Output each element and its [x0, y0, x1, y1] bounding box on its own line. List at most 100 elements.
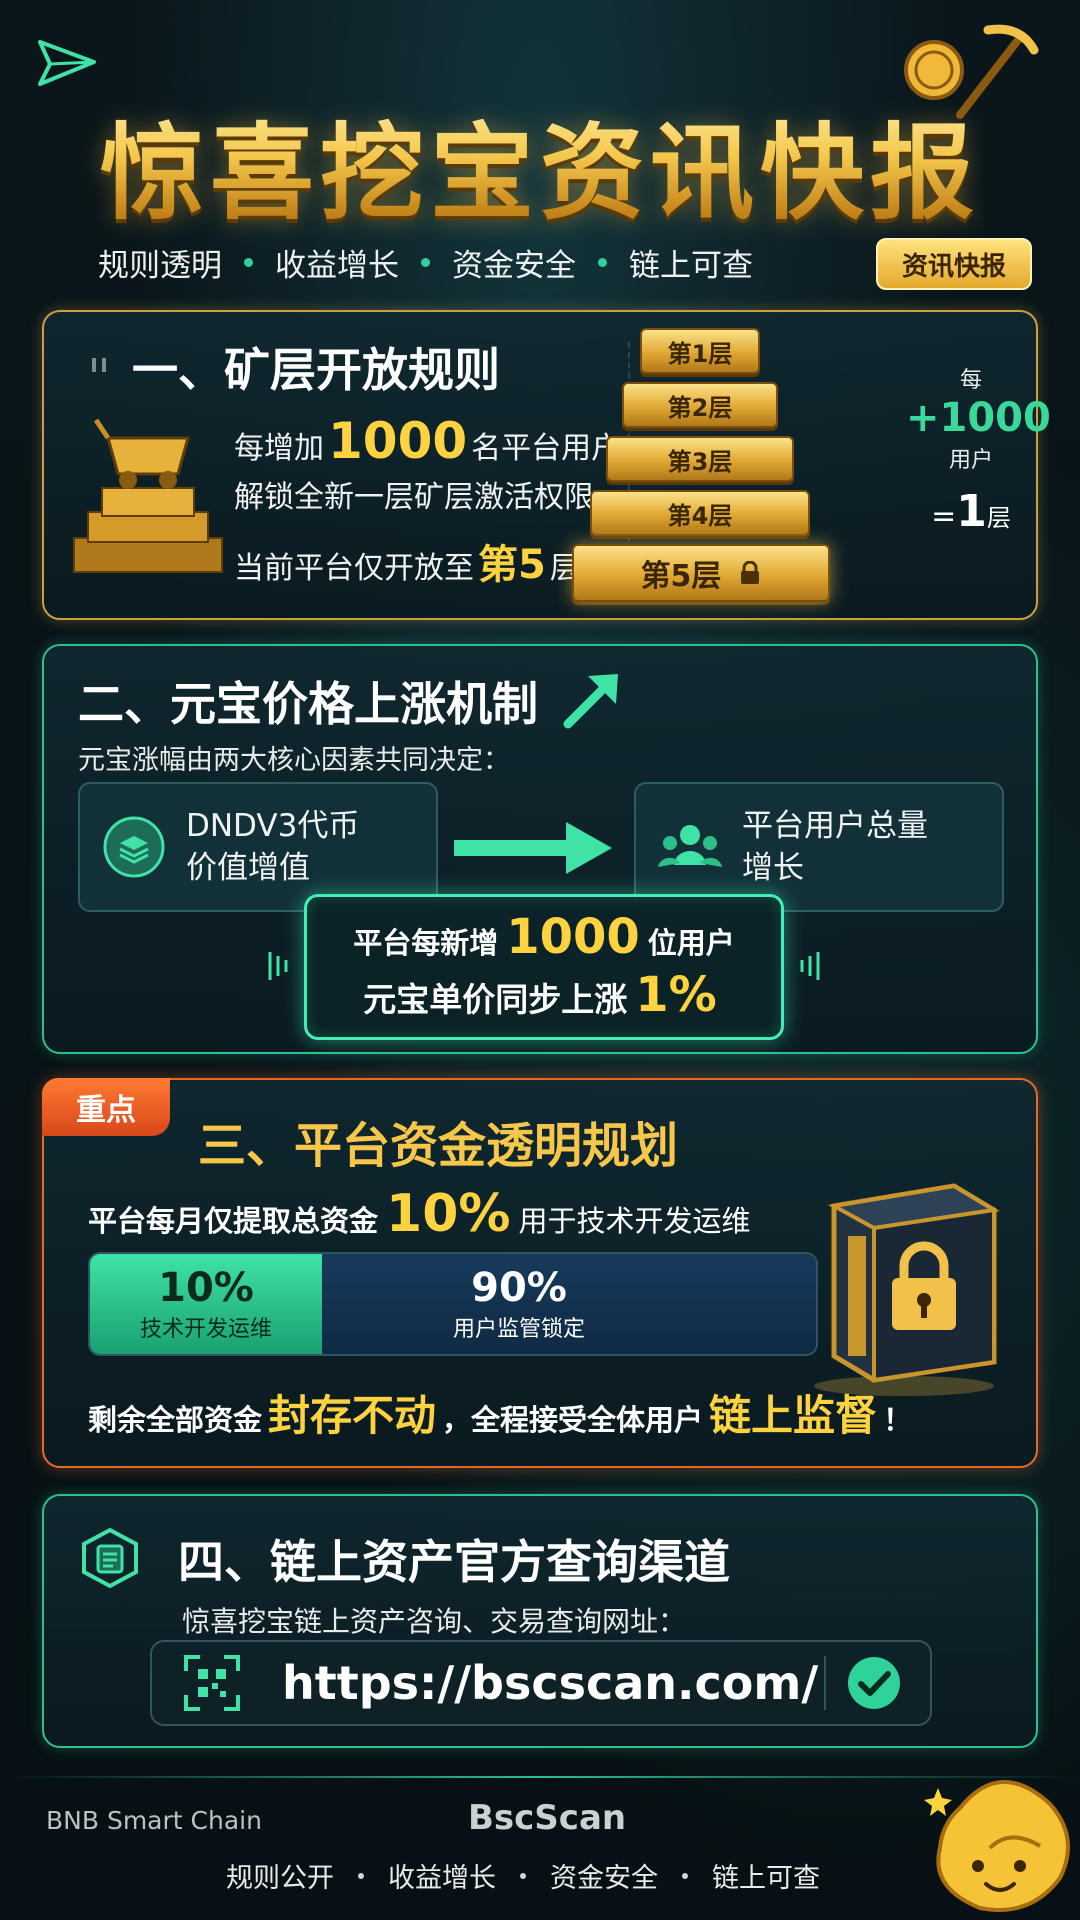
- header-tagline: 规则透明 收益增长 资金安全 链上可查: [98, 240, 753, 285]
- section-title: 四、链上资产官方查询渠道: [178, 1535, 730, 1589]
- withdraw-text: 平台每月仅提取总资金: [88, 1204, 379, 1238]
- rate-equals-sign: =: [931, 499, 957, 534]
- layer-5-label: 第5层: [640, 559, 722, 594]
- withdraw-text: 用于技术开发运维: [518, 1204, 751, 1238]
- withdraw-percent: 10%: [386, 1184, 511, 1244]
- user-increment-number: 1000: [506, 909, 640, 965]
- factor-label-line: DNDV3代币: [186, 808, 360, 844]
- separator-dot: [598, 258, 607, 267]
- mining-layer-rules-card: 一、矿层开放规则 每增加 1000 名平台用户， 解锁全新一层矿层激活权限 当前…: [42, 310, 1051, 620]
- fund-lock-statement: 剩余全部资金 封存不动 ，全程接受全体用户 链上监督 ！: [88, 1382, 912, 1443]
- tag-label: 链上可查: [712, 1863, 820, 1894]
- gold-ingot-mascot-icon: [924, 1780, 1070, 1912]
- rule-text: 每增加: [234, 431, 324, 466]
- separator-dot: [682, 1872, 688, 1879]
- fund-transparency-card: 重点 三、平台资金透明规划 平台每月仅提取总资金 10% 用于技术开发运维 10…: [42, 1078, 1038, 1468]
- current-layer-highlight: 第5: [478, 542, 546, 588]
- separator-dot: [421, 258, 430, 267]
- token-stack-icon: [103, 816, 165, 878]
- tag-label: 资金安全: [452, 248, 576, 284]
- separator-dot: [520, 1872, 526, 1879]
- highlight-row-2: 元宝单价同步上涨 1%: [307, 967, 781, 1023]
- statement-text: ！: [883, 1403, 913, 1437]
- blockchain-document-icon: [82, 1527, 138, 1589]
- query-url-box[interactable]: https://bscscan.com/: [150, 1640, 932, 1726]
- rate-layer-unit: 层: [986, 504, 1011, 532]
- rule-text: 当前平台仅开放至: [234, 551, 474, 586]
- rule-line-2: 解锁全新一层矿层激活权限: [234, 480, 594, 515]
- divider: [824, 1656, 826, 1710]
- layer-5-bar: 第5层: [572, 544, 830, 602]
- rate-users: +1000: [906, 395, 1051, 441]
- rule-line-3: 当前平台仅开放至 第5 层: [234, 532, 580, 590]
- separator-dot: [244, 258, 253, 267]
- rule-line-1: 每增加 1000 名平台用户，: [234, 412, 651, 470]
- price-rise-highlight: 平台每新增 1000 位用户 元宝单价同步上涨 1%: [304, 894, 784, 1040]
- tag-label: 规则透明: [98, 248, 222, 284]
- user-threshold-number: 1000: [328, 412, 468, 470]
- rate-layer-count: 1: [956, 486, 987, 537]
- section-subtitle: 元宝涨幅由两大核心因素共同决定：: [78, 745, 510, 776]
- factor-label-line: 价值增值: [186, 850, 310, 886]
- safe-lock-icon: [814, 1183, 1000, 1396]
- tag-label: 资金安全: [550, 1863, 658, 1894]
- withdraw-rule: 平台每月仅提取总资金 10% 用于技术开发运维: [88, 1184, 751, 1244]
- bracket-deco-icon: [268, 952, 288, 980]
- separator-dot: [358, 1872, 364, 1879]
- statement-highlight: 链上监督: [709, 1391, 878, 1440]
- allocation-label: 技术开发运维: [139, 1317, 272, 1342]
- lock-icon: [741, 561, 760, 584]
- price-rise-percent: 1%: [635, 967, 717, 1023]
- paper-plane-icon: [38, 40, 96, 86]
- allocation-percent: 10%: [158, 1265, 254, 1311]
- brand-label: BscScan: [468, 1798, 627, 1838]
- tag-label: 链上可查: [629, 248, 753, 284]
- allocation-locked-segment: 90% 用户监管锁定: [322, 1254, 816, 1354]
- gold-mine-cart-icon: [73, 418, 223, 573]
- flow-arrow-icon: [454, 822, 612, 874]
- statement-text: 剩余全部资金: [88, 1403, 263, 1437]
- users-group-icon: [658, 825, 722, 867]
- highlight-text: 元宝单价同步上涨: [363, 980, 628, 1019]
- allocation-dev-segment: 10% 技术开发运维: [90, 1254, 322, 1354]
- highlight-row-1: 平台每新增 1000 位用户: [307, 909, 781, 965]
- query-url-link[interactable]: https://bscscan.com/: [282, 1656, 824, 1710]
- statement-text: ，全程接受全体用户: [442, 1403, 704, 1437]
- factor-token-value: DNDV3代币 价值增值: [78, 782, 438, 912]
- trend-up-arrow-icon: [563, 674, 618, 729]
- footer-divider: [0, 1776, 1080, 1778]
- news-badge: 资讯快报: [876, 238, 1032, 290]
- onchain-query-card: 四、链上资产官方查询渠道 惊喜挖宝链上资产咨询、交易查询网址： https://…: [42, 1494, 1038, 1748]
- footer-tagline: 规则公开 收益增长 资金安全 链上可查: [226, 1856, 820, 1895]
- factor-user-growth: 平台用户总量 增长: [634, 782, 1004, 912]
- factor-label: 平台用户总量 增长: [742, 805, 928, 889]
- allocation-percent: 90%: [471, 1265, 567, 1311]
- section-subtitle: 惊喜挖宝链上资产咨询、交易查询网址：: [182, 1605, 687, 1638]
- tag-label: 规则公开: [226, 1863, 334, 1894]
- fund-allocation-bar: 10% 技术开发运维 90% 用户监管锁定: [88, 1252, 818, 1356]
- layer-1-bar: 第1层: [640, 328, 760, 374]
- factor-label-line: 平台用户总量: [742, 808, 928, 844]
- highlight-text: 平台每新增: [353, 926, 499, 960]
- rate-label: 每: [959, 368, 982, 393]
- price-rise-mechanism-card: 二、元宝价格上涨机制 元宝涨幅由两大核心因素共同决定： DNDV3代币 价值增值: [42, 644, 1038, 1054]
- layer-4-bar: 第4层: [590, 490, 810, 536]
- factor-label: DNDV3代币 价值增值: [186, 805, 359, 889]
- layer-3-bar: 第3层: [606, 436, 794, 482]
- tag-label: 收益增长: [275, 248, 399, 284]
- bracket-deco-icon: [800, 952, 820, 980]
- qr-scan-icon[interactable]: [182, 1653, 242, 1713]
- coin-pickaxe-icon: [904, 24, 1039, 119]
- chain-label: BNB Smart Chain: [46, 1806, 262, 1835]
- statement-highlight: 封存不动: [268, 1391, 437, 1440]
- highlight-text: 位用户: [647, 926, 735, 960]
- layer-rate: 每 +1000 用户 =1层: [906, 362, 1051, 537]
- allocation-label: 用户监管锁定: [452, 1317, 585, 1342]
- rate-equals: =1层: [906, 486, 1036, 537]
- factor-label-line: 增长: [742, 850, 804, 886]
- section-title: 二、元宝价格上涨机制: [78, 677, 538, 731]
- verified-check-icon: [848, 1657, 900, 1709]
- drag-handle-icon: [92, 358, 106, 372]
- rate-unit: 用户: [948, 448, 993, 473]
- tag-label: 收益增长: [388, 1863, 496, 1894]
